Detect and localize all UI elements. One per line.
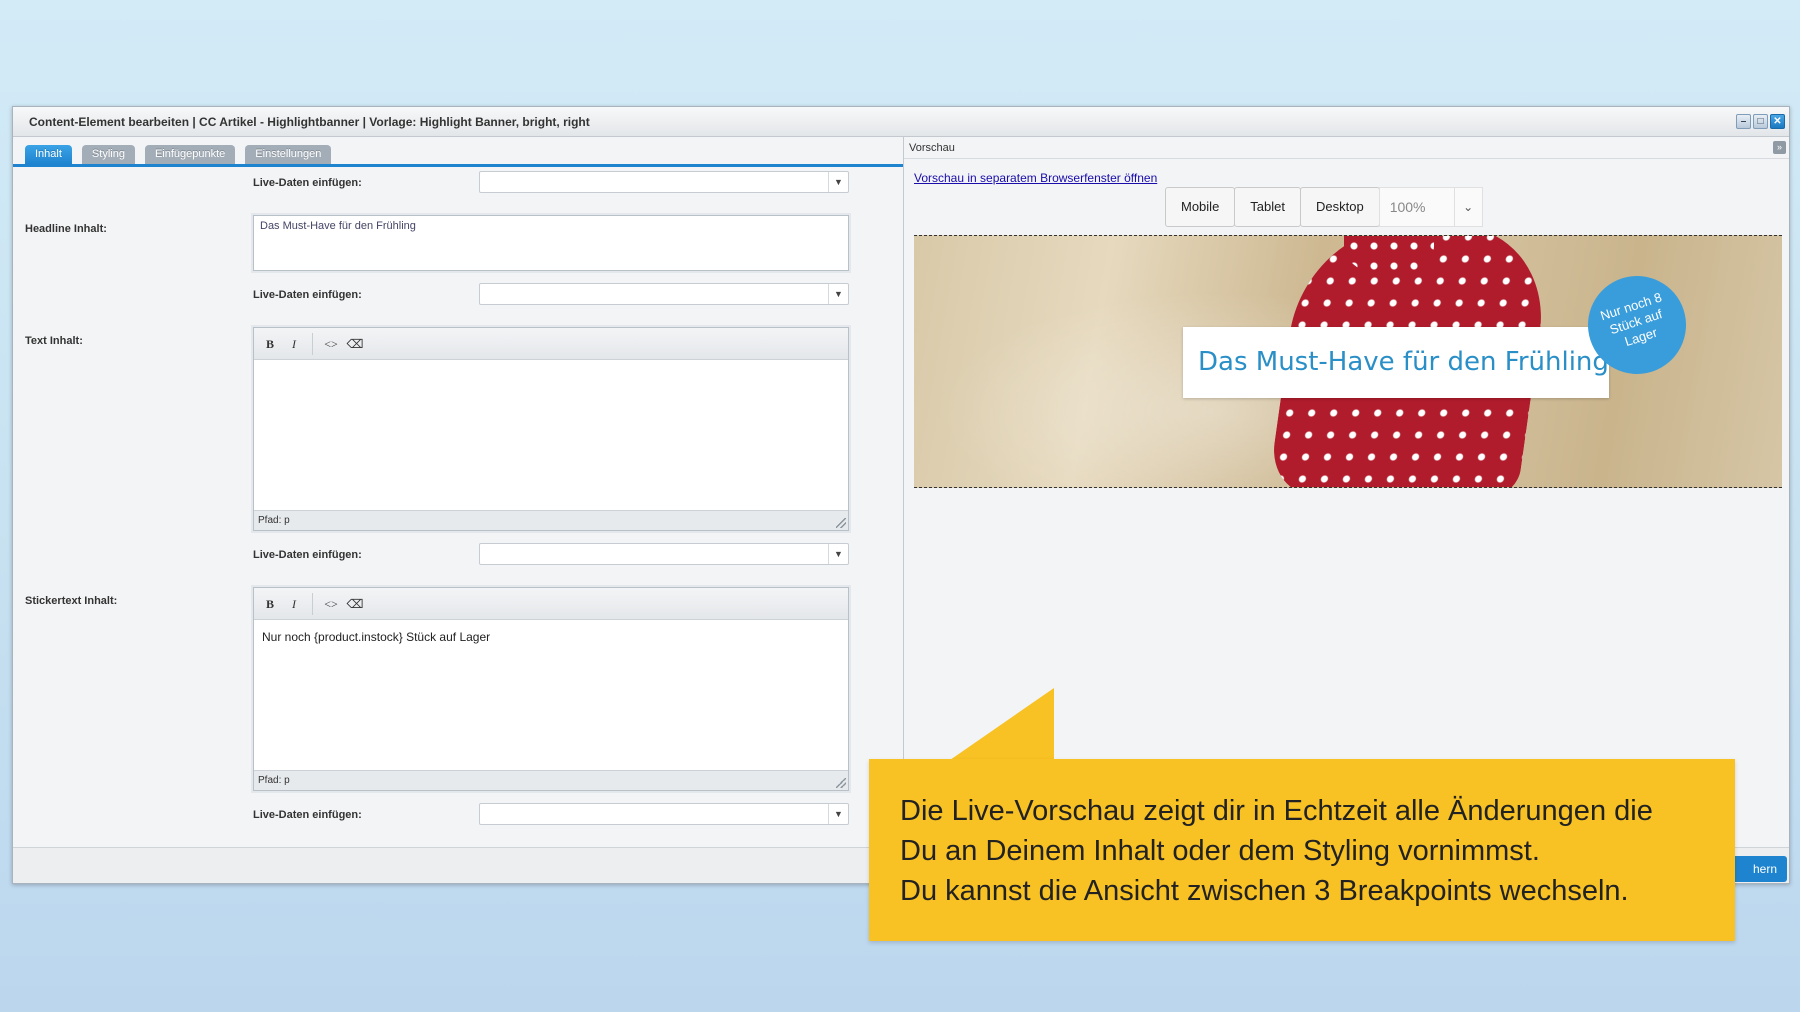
minimize-icon[interactable]: – [1736,114,1751,129]
sticker-editor: B I <> ⌫ Nur noch {product.instock} Stüc… [253,587,849,791]
chevron-down-icon: ▼ [828,284,848,304]
live-data-label-3: Live-Daten einfügen: [253,549,362,561]
maximize-icon[interactable]: □ [1753,114,1768,129]
headline-label: Headline Inhalt: [25,223,107,235]
live-data-select-4[interactable]: ▼ [479,803,849,825]
breakpoint-switcher: Mobile Tablet Desktop 100% ⌄ [1165,187,1483,227]
callout-line-2: Du an Deinem Inhalt oder dem Styling vor… [900,835,1540,867]
callout-line-1: Die Live-Vorschau zeigt dir in Echtzeit … [900,795,1653,827]
breakpoint-desktop-button[interactable]: Desktop [1300,187,1380,227]
content-form-pane: Inhalt Styling Einfügepunkte Einstellung… [13,137,903,847]
bold-icon[interactable]: B [260,594,280,614]
editor-path: Pfad: p [258,515,290,526]
editor-statusbar: Pfad: p [254,770,848,790]
live-data-label-4: Live-Daten einfügen: [253,809,362,821]
window-titlebar: Content-Element bearbeiten | CC Artikel … [13,107,1789,137]
sticker-label: Stickertext Inhalt: [25,595,118,607]
italic-icon[interactable]: I [284,334,304,354]
live-data-label-2: Live-Daten einfügen: [253,289,362,301]
tab-styling[interactable]: Styling [81,145,135,164]
toolbar-divider [312,592,313,615]
preview-title: Vorschau [909,142,955,154]
zoom-select[interactable]: 100% ⌄ [1378,187,1483,227]
sticker-editor-content[interactable]: Nur noch {product.instock} Stück auf Lag… [254,620,848,770]
open-preview-link[interactable]: Vorschau in separatem Browserfenster öff… [914,171,1157,185]
breakpoint-tablet-button[interactable]: Tablet [1234,187,1301,227]
callout-line-3: Du kannst die Ansicht zwischen 3 Breakpo… [900,875,1629,907]
close-icon[interactable]: ✕ [1770,114,1785,129]
text-editor: B I <> ⌫ Pfad: p [253,327,849,531]
bold-icon[interactable]: B [260,334,280,354]
live-data-label-1: Live-Daten einfügen: [253,177,362,189]
tooltip-callout: Die Live-Vorschau zeigt dir in Echtzeit … [869,759,1735,941]
text-label: Text Inhalt: [25,335,83,347]
tab-einfuegepunkte[interactable]: Einfügepunkte [144,145,236,164]
tab-inhalt[interactable]: Inhalt [25,145,72,164]
italic-icon[interactable]: I [284,594,304,614]
code-icon[interactable]: <> [321,334,341,354]
window-controls: – □ ✕ [1736,114,1785,129]
banner-headline-box: Das Must-Have für den Frühling [1183,327,1609,398]
tab-bar: Inhalt Styling Einfügepunkte Einstellung… [25,145,332,164]
window-title: Content-Element bearbeiten | CC Artikel … [29,115,590,129]
toolbar-divider [312,332,313,355]
callout-text: Die Live-Vorschau zeigt dir in Echtzeit … [900,791,1653,911]
preview-header: Vorschau » [904,137,1789,159]
editor-toolbar: B I <> ⌫ [254,328,848,360]
tab-underline [13,164,903,167]
live-data-select-1[interactable]: ▼ [479,171,849,193]
collapse-icon[interactable]: » [1773,141,1786,154]
chevron-down-icon: ▼ [828,172,848,192]
resize-handle-icon[interactable] [836,518,846,528]
chevron-down-icon: ⌄ [1453,188,1482,226]
banner-headline: Das Must-Have für den Frühling [1198,347,1609,377]
tab-einstellungen[interactable]: Einstellungen [245,145,332,164]
headline-input[interactable]: Das Must-Have für den Frühling [253,215,849,271]
chevron-down-icon: ▼ [828,544,848,564]
eraser-icon[interactable]: ⌫ [345,334,365,354]
resize-handle-icon[interactable] [836,778,846,788]
editor-toolbar: B I <> ⌫ [254,588,848,620]
breakpoint-mobile-button[interactable]: Mobile [1165,187,1236,227]
editor-statusbar: Pfad: p [254,510,848,530]
callout-pointer [950,688,1054,760]
editor-path: Pfad: p [258,775,290,786]
text-editor-content[interactable] [254,360,848,510]
preview-banner: Das Must-Have für den Frühling Nur noch … [914,235,1782,488]
code-icon[interactable]: <> [321,594,341,614]
zoom-value: 100% [1389,199,1426,215]
live-data-select-3[interactable]: ▼ [479,543,849,565]
chevron-down-icon: ▼ [828,804,848,824]
live-data-select-2[interactable]: ▼ [479,283,849,305]
eraser-icon[interactable]: ⌫ [345,594,365,614]
